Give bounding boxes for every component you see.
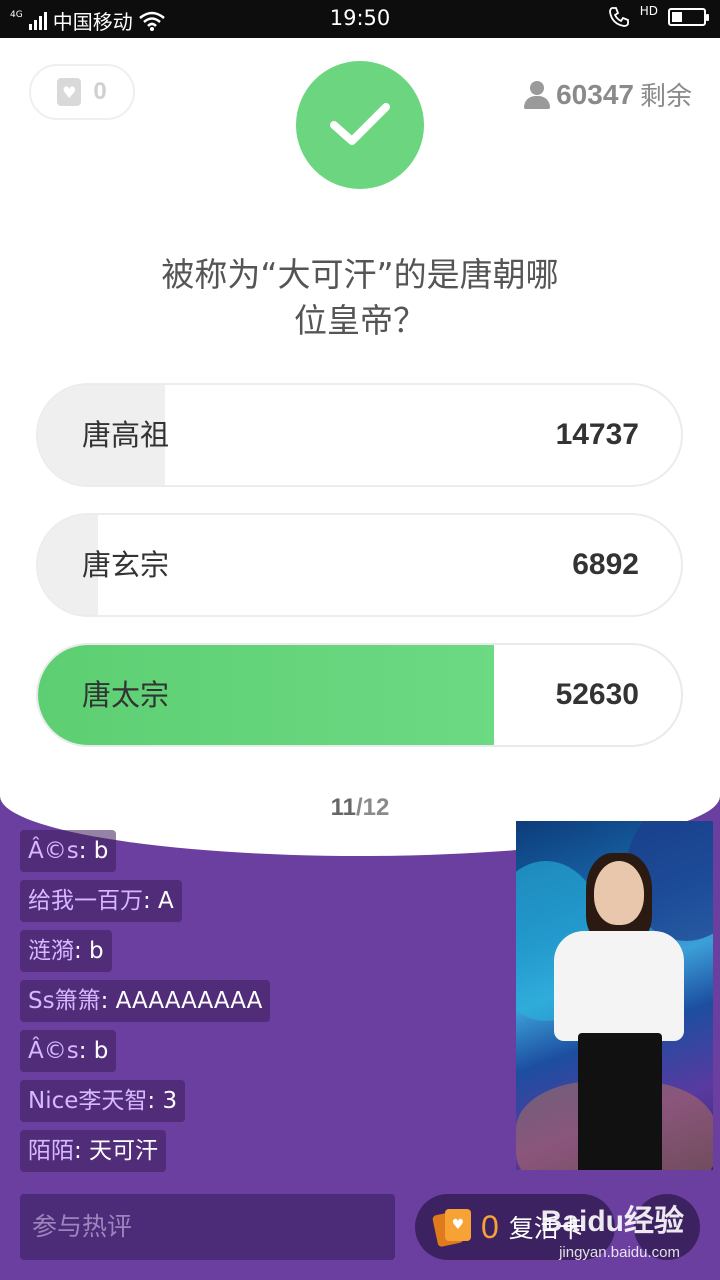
comment-user: Nice李天智 — [28, 1088, 148, 1114]
correct-check-icon — [296, 61, 424, 189]
comment-item: 陌陌: 天可汗 — [20, 1130, 167, 1172]
comment-text: : b — [78, 1038, 109, 1064]
battery-icon — [668, 8, 709, 26]
quiz-card: ♥ 0 60347 剩余 被称为“大可汗”的是唐朝哪 位皇帝？ 唐高祖 14737… — [0, 38, 720, 856]
comment-input[interactable]: 参与热评 — [20, 1194, 395, 1260]
comment-user: 涟漪 — [28, 938, 74, 964]
comment-item: Ss箫箫: AAAAAAAAA — [20, 980, 271, 1022]
question-progress: 11/12 — [0, 794, 720, 822]
option-label: 唐高祖 — [82, 418, 170, 452]
option-count: 52630 — [555, 678, 639, 711]
option-count: 6892 — [572, 548, 639, 581]
remaining-label: 剩余 — [639, 82, 692, 112]
remaining-count: 60347 — [556, 78, 634, 110]
question-text: 被称为“大可汗”的是唐朝哪 位皇帝？ — [161, 255, 559, 340]
comment-user: 给我一百万 — [28, 888, 143, 914]
option-count: 14737 — [555, 418, 639, 451]
comment-item: Â©s: b — [20, 1030, 117, 1072]
remaining-players: 60347 剩余 — [524, 76, 692, 113]
revive-card-icon: ♥ — [431, 1207, 471, 1248]
life-counter[interactable]: ♥ 0 — [29, 64, 135, 120]
answer-option[interactable]: 唐高祖 14737 — [36, 383, 683, 487]
user-icon — [524, 80, 551, 109]
answer-option[interactable]: 唐玄宗 6892 — [36, 513, 683, 617]
host-video[interactable] — [516, 821, 713, 1170]
option-label: 唐太宗 — [82, 678, 170, 712]
comment-text: : b — [74, 938, 104, 964]
comment-user: Â©s — [28, 838, 79, 864]
comment-user: Ss箫箫 — [28, 988, 101, 1014]
status-bar: 4G 中国移动 19:50 HD — [0, 0, 720, 38]
hd-indicator: HD — [639, 4, 658, 18]
comment-item: 涟漪: b — [20, 930, 112, 972]
status-right: HD — [608, 4, 709, 28]
baidu-watermark-url: jingyan.baidu.com — [559, 1244, 680, 1261]
life-count: 0 — [93, 78, 107, 105]
progress-total: /12 — [356, 794, 390, 821]
comment-item: Nice李天智: 3 — [20, 1080, 186, 1122]
comment-text: : b — [78, 838, 109, 864]
comment-text: : A — [143, 888, 174, 914]
call-icon — [608, 7, 629, 27]
comment-user: Â©s — [28, 1038, 79, 1064]
option-label: 唐玄宗 — [82, 548, 170, 582]
comment-text: : AAAAAAAAA — [100, 988, 263, 1014]
progress-current: 11 — [330, 794, 356, 821]
comment-feed: Â©s: b 给我一百万: A 涟漪: b Ss箫箫: AAAAAAAAA Â©… — [20, 830, 500, 1180]
comment-text: : 天可汗 — [74, 1138, 159, 1164]
comment-item: Â©s: b — [20, 830, 117, 872]
baidu-watermark-logo: Baidu经验 — [540, 1205, 684, 1238]
revive-count: 0 — [481, 1208, 499, 1245]
heart-icon: ♥ — [57, 78, 82, 106]
comment-text: : 3 — [147, 1088, 178, 1114]
comment-item: 给我一百万: A — [20, 880, 182, 922]
answer-option-correct[interactable]: 唐太宗 52630 — [36, 643, 683, 747]
comment-user: 陌陌 — [28, 1138, 74, 1164]
